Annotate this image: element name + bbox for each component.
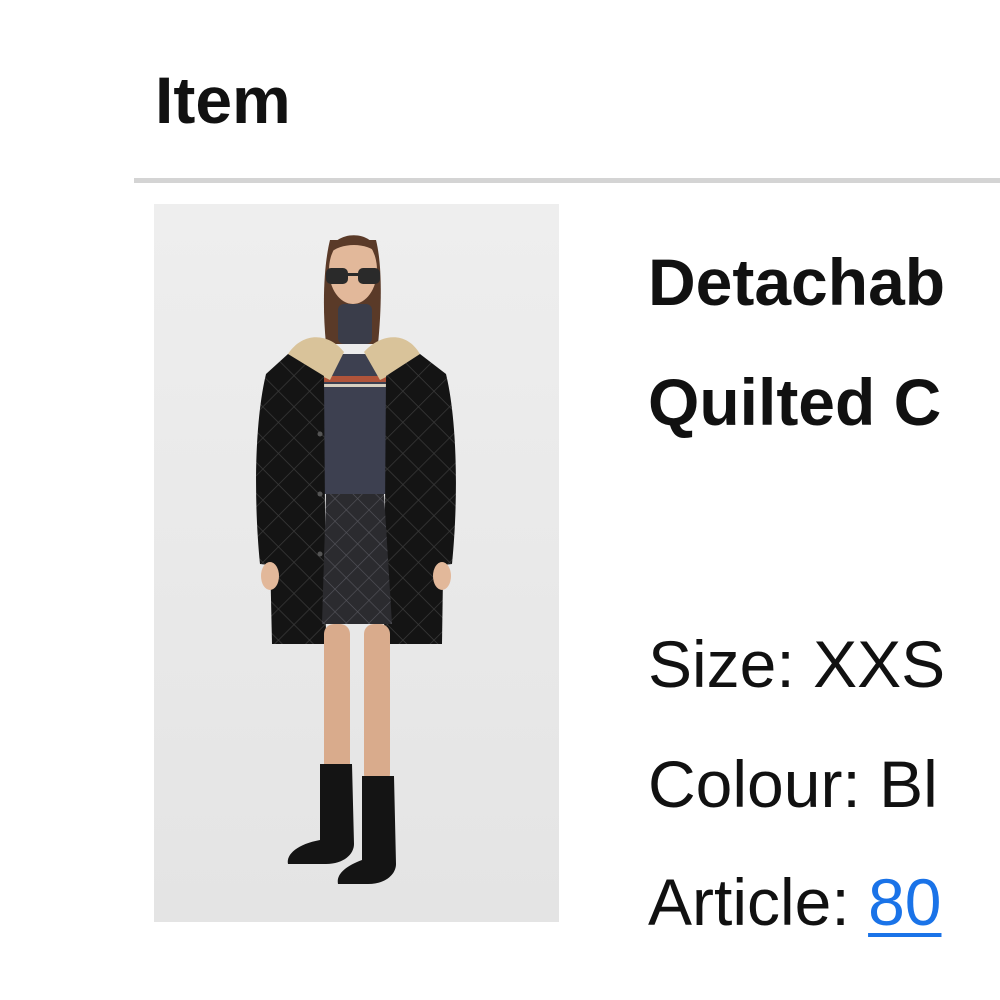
product-name-line-1: Detachab (648, 245, 946, 319)
article-row: Article: 80 (648, 862, 941, 942)
product-image[interactable] (154, 204, 559, 922)
section-title: Item (155, 63, 291, 137)
size-row: Size: XXS (648, 624, 945, 704)
product-name-line-2: Quilted C (648, 365, 942, 439)
article-number-link[interactable]: 80 (868, 865, 941, 939)
item-page: Item Detachab Quilted C Size: XXS Colour… (0, 0, 1000, 1000)
colour-value: Bl (879, 747, 938, 821)
model-illustration (154, 204, 559, 922)
product-name[interactable]: Detachab Quilted C (648, 222, 945, 462)
colour-row: Colour: Bl (648, 744, 938, 824)
size-label: Size: (648, 627, 795, 701)
size-value: XXS (813, 627, 946, 701)
section-divider (134, 178, 1000, 183)
colour-label: Colour: (648, 747, 861, 821)
article-label: Article: (648, 865, 850, 939)
